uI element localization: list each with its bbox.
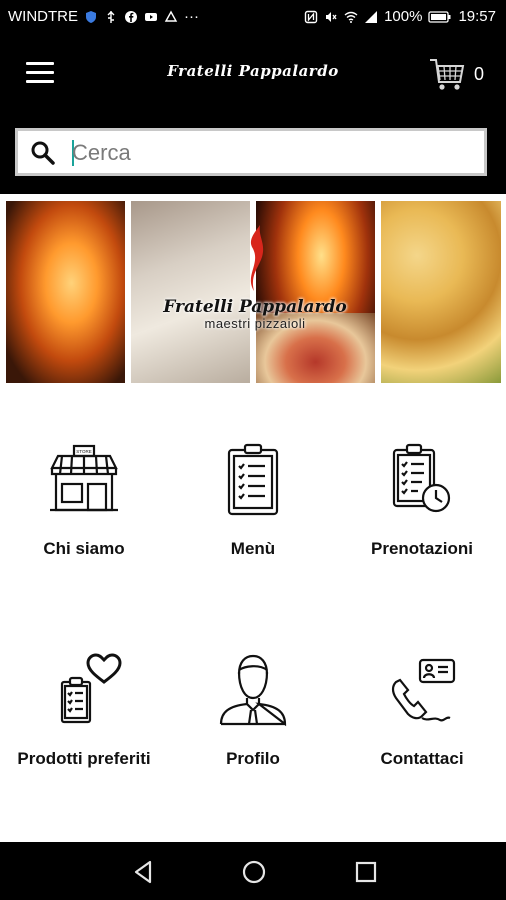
recents-square-icon[interactable] bbox=[351, 857, 381, 887]
system-nav-bar bbox=[0, 842, 506, 900]
notification-icon bbox=[164, 10, 178, 22]
hero-banner: Fratelli Pappalardo maestri pizzaioli bbox=[0, 197, 506, 385]
dough-photo bbox=[131, 201, 250, 383]
back-triangle-icon[interactable] bbox=[128, 857, 158, 887]
clipboard-checklist-icon bbox=[227, 443, 279, 516]
flame-logo-icon bbox=[250, 225, 264, 291]
search-input[interactable] bbox=[70, 135, 474, 171]
more-notifications-icon: ··· bbox=[184, 8, 199, 25]
tile-label: Prodotti preferiti bbox=[17, 749, 151, 768]
signal-icon bbox=[365, 10, 378, 23]
cart-count[interactable]: 0 bbox=[474, 64, 484, 85]
search-icon[interactable] bbox=[30, 140, 56, 166]
phone-contact-icon bbox=[391, 658, 456, 722]
tile-prodotti-preferiti[interactable]: Prodotti preferiti bbox=[0, 636, 168, 786]
status-bar: WINDTRE ··· 100% 19:57 bbox=[0, 0, 506, 34]
svg-text:STORE: STORE bbox=[76, 449, 91, 454]
shield-icon bbox=[86, 10, 96, 23]
tile-label: Prenotazioni bbox=[370, 539, 473, 558]
battery-label: 100% bbox=[384, 8, 423, 25]
usb-icon bbox=[107, 10, 115, 23]
hamburger-menu-icon[interactable] bbox=[26, 62, 54, 86]
wifi-icon bbox=[344, 11, 358, 23]
restaurant-logo: Fratelli Pappalardo maestri pizzaioli bbox=[140, 225, 370, 331]
home-circle-icon[interactable] bbox=[239, 857, 269, 887]
app-header: Fratelli Pappalardo 0 bbox=[0, 34, 506, 116]
store-icon: STORE bbox=[50, 444, 118, 512]
facebook-icon bbox=[125, 10, 137, 23]
logo-subtitle: maestri pizzaioli bbox=[204, 316, 306, 331]
carrier-label: WINDTRE bbox=[8, 8, 78, 25]
wood-fire-photo bbox=[6, 201, 125, 383]
oven-pizza-photo bbox=[256, 201, 375, 383]
tile-contattaci[interactable]: Contattaci bbox=[338, 636, 506, 786]
clipboard-clock-icon bbox=[392, 443, 451, 513]
battery-icon bbox=[428, 10, 451, 23]
clipboard-heart-icon bbox=[60, 653, 122, 724]
brand-title: Fratelli Pappalardo bbox=[167, 62, 339, 80]
tile-profilo[interactable]: Profilo bbox=[169, 636, 337, 786]
tile-label: Chi siamo bbox=[43, 539, 125, 558]
search-bar-area bbox=[0, 116, 506, 194]
pasta-dish-photo bbox=[381, 201, 501, 383]
nfc-icon bbox=[304, 10, 318, 23]
tile-prenotazioni[interactable]: Prenotazioni bbox=[338, 426, 506, 576]
user-profile-icon bbox=[219, 654, 287, 727]
clock-label: 19:57 bbox=[458, 8, 496, 25]
youtube-icon bbox=[145, 12, 157, 21]
tile-chi-siamo[interactable]: STORE Chi siamo bbox=[0, 426, 168, 576]
shopping-cart-icon[interactable] bbox=[428, 54, 468, 94]
tile-label: Profilo bbox=[226, 749, 280, 768]
logo-title: Fratelli Pappalardo bbox=[163, 297, 347, 317]
search-box[interactable] bbox=[15, 128, 487, 176]
tile-label: Contattaci bbox=[380, 749, 464, 768]
tile-menu[interactable]: Menù bbox=[169, 426, 337, 576]
tile-label: Menù bbox=[230, 539, 276, 558]
mute-icon bbox=[326, 11, 337, 22]
